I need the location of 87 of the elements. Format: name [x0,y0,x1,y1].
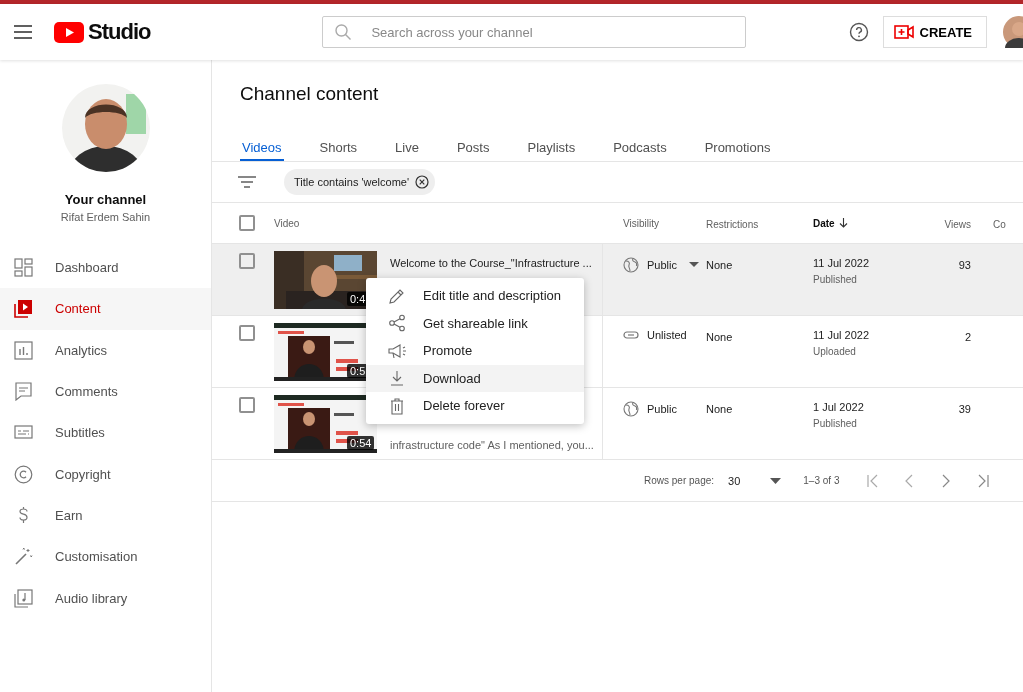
column-header: Video [274,217,300,229]
sidebar-item[interactable]: Dashboard [0,247,211,289]
duration-label: 0:54 [347,436,375,450]
megaphone-icon [388,341,406,360]
channel-title: Your channel [64,192,147,207]
magic-wand-icon [14,547,33,567]
sidebar-item[interactable]: Analytics [0,329,211,371]
checkbox[interactable] [239,397,255,413]
music-library-icon [14,588,33,608]
views-count: 39 [958,403,971,415]
column-header: Visibility [623,217,659,229]
visibility-label: Public [647,259,677,271]
tab[interactable]: Videos [240,121,284,161]
video-description: infrastructure code" As I mentioned, you... [390,438,594,453]
duration-label: 0:5 [347,364,369,378]
arrow-down-icon [838,218,848,228]
filter-chip[interactable]: Title contains 'welcome' [284,169,436,195]
comment-icon [14,382,33,402]
checkbox[interactable] [239,253,255,269]
first-page-icon[interactable] [867,473,879,488]
rows-per-page-label: Rows per page: [644,475,715,486]
sidebar-item[interactable]: Copyright [0,453,211,495]
column-header[interactable]: Date [813,217,923,229]
filter-icon[interactable] [238,176,256,188]
checkbox[interactable] [239,215,255,231]
page-range: 1–3 of 3 [803,475,840,486]
video-title[interactable]: Welcome to the Course_"Infrastructure ... [390,257,592,269]
tab[interactable]: Shorts [317,121,360,161]
rows-per-page-value[interactable]: 30 [728,474,741,487]
help-icon[interactable] [848,22,869,42]
link-icon [623,330,639,340]
create-button[interactable]: CREATE [882,16,987,48]
logo-text: Studio [88,19,151,45]
tab[interactable]: Playlists [525,121,578,161]
date-text: 11 Jul 2022 [813,329,871,341]
date-status: Published [813,274,858,285]
sidebar-item[interactable]: Earn [0,494,211,537]
sidebar-item[interactable]: Comments [0,370,211,413]
views-count: 93 [958,259,971,271]
menu-item[interactable]: Delete forever [366,392,584,420]
duration-label: 0:4 [347,292,369,306]
date-status: Uploaded [813,346,857,357]
column-header: Restrictions [706,218,759,230]
share-icon [388,314,406,333]
sidebar-item[interactable]: Customisation [0,536,211,578]
download-icon [388,369,406,388]
tab[interactable]: Podcasts [611,121,669,161]
date-status: Published [813,418,858,429]
copyright-icon [14,464,33,484]
caret-icon[interactable] [770,477,782,484]
checkbox[interactable] [239,325,255,341]
visibility-label: Public [647,403,677,415]
channel-name: Rifat Erdem Sahin [60,211,151,223]
search-field[interactable]: Search across your channel [322,16,747,48]
sidebar-item[interactable]: Audio library [0,577,211,619]
avatar [1003,16,1023,48]
video-plus-icon [893,25,914,39]
play-logo-icon [54,21,84,43]
globe-icon [623,257,639,273]
tab[interactable]: Promotions [702,121,773,161]
search-icon [334,23,353,41]
restrictions-text: None [706,403,733,415]
caret-icon[interactable] [688,262,699,268]
trash-icon [388,396,406,415]
restrictions-text: None [706,259,733,271]
restrictions-text: None [706,331,733,343]
sidebar-item[interactable]: Content [0,288,211,330]
menu-item[interactable]: Download [366,364,584,392]
menu-item[interactable]: Promote [366,337,584,365]
globe-icon [623,401,639,417]
menu-item[interactable]: Edit title and description [366,282,584,310]
menu-icon[interactable] [14,25,32,39]
video-library-icon [14,299,33,319]
visibility-label: Unlisted [647,329,687,341]
page-title: Channel content [239,82,380,106]
close-icon[interactable] [415,175,430,189]
dashboard-icon [14,258,33,278]
tab[interactable]: Posts [454,121,492,161]
last-page-icon[interactable] [978,473,990,488]
column-header: Co [993,218,1006,230]
date-text: 11 Jul 2022 [813,257,871,269]
bar-chart-icon [14,340,33,360]
tab[interactable]: Live [393,121,421,161]
sidebar-item[interactable]: Subtitles [0,412,211,454]
views-count: 2 [964,331,971,343]
date-text: 1 Jul 2022 [813,401,865,413]
column-header: Views [944,218,971,230]
